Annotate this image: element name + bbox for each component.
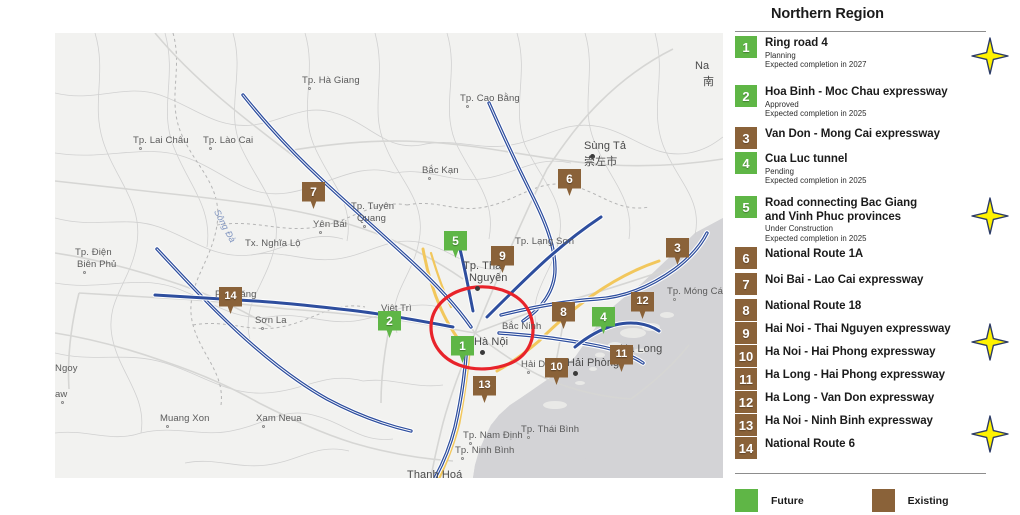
infographic-root: Tp. Hà Giang Tp. Cao Bằng Sùng Tả 崇左市 Na 南 Tp.…: [0, 0, 1020, 515]
legend-item-name: Ring road 4: [765, 37, 828, 49]
legend-item-status: Planning: [765, 50, 796, 60]
legend-item-5[interactable]: 5 Road connecting Bac Giang and Vinh Phuc…: [735, 196, 1020, 243]
legend-item-7[interactable]: 7 Noi Bai - Lao Cai expressway: [735, 273, 1020, 295]
key-swatch-future: [735, 489, 758, 512]
city-dot: [428, 177, 431, 180]
legend-item-12[interactable]: 12 Ha Long - Van Don expressway: [735, 391, 1020, 413]
map-canvas: [55, 33, 723, 478]
legend-item-name: Ha Long - Hai Phong expressway: [765, 369, 945, 381]
legend-text-block: National Route 18: [765, 299, 1020, 314]
legend-badge-1: 1: [735, 36, 757, 58]
legend-item-name: National Route 6: [765, 438, 855, 450]
city-dot: [475, 286, 480, 291]
city-dot: [527, 371, 530, 374]
legend-text-block: Ha Noi - Hai Phong expressway: [765, 345, 1020, 360]
legend-item-name: National Route 18: [765, 300, 862, 312]
legend-badge-14: 14: [735, 437, 757, 459]
legend-badge-11: 11: [735, 368, 757, 390]
legend-item-name: Ha Noi - Ninh Binh expressway: [765, 415, 933, 427]
legend-badge-9: 9: [735, 322, 757, 344]
legend-badge-7: 7: [735, 273, 757, 295]
legend-item-13[interactable]: 13 Ha Noi - Ninh Binh expressway: [735, 414, 1020, 453]
legend-item-10[interactable]: 10 Ha Noi - Hai Phong expressway: [735, 345, 1020, 367]
color-key: Future Existing: [735, 489, 949, 512]
city-dot: [209, 147, 212, 150]
city-dot: [673, 298, 676, 301]
legend-item-1[interactable]: 1 Ring road 4 Planning Expected completion …: [735, 36, 1020, 75]
city-dot: [363, 225, 366, 228]
legend-item-eta: Expected completion in 2025: [765, 233, 867, 243]
legend-text-block: National Route 6: [765, 437, 1020, 452]
city-dot: [319, 231, 322, 234]
city-dot: [61, 401, 64, 404]
city-dot: [527, 436, 530, 439]
legend-item-status: Pending: [765, 166, 794, 176]
legend-panel: Northern Region 1 Ring road 4 Planning Expe…: [735, 0, 1020, 515]
legend-item-11[interactable]: 11 Ha Long - Hai Phong expressway: [735, 368, 1020, 390]
legend-item-eta: Expected completion in 2027: [765, 60, 867, 69]
legend-item-3[interactable]: 3 Van Don - Mong Cai expressway: [735, 127, 1020, 149]
legend-text-block: Cua Luc tunnel Pending Expected completion…: [765, 152, 1020, 186]
legend-text-block: Hoa Binh - Moc Chau expressway Approved Ex…: [765, 85, 1020, 119]
legend-item-status: Under Construction: [765, 224, 834, 233]
legend-item-14[interactable]: 14 National Route 6: [735, 437, 1020, 459]
page-title: Northern Region: [771, 6, 884, 22]
legend-item-name: Noi Bai - Lao Cai expressway: [765, 274, 924, 286]
legend-badge-5: 5: [735, 196, 757, 218]
legend-badge-12: 12: [735, 391, 757, 413]
legend-item-list: 1 Ring road 4 Planning Expected completion …: [735, 36, 1020, 466]
legend-item-eta: Expected completion in 2025: [765, 176, 867, 185]
legend-item-name: Cua Luc tunnel: [765, 153, 848, 165]
legend-badge-4: 4: [735, 152, 757, 174]
legend-text-block: Hai Noi - Thai Nguyen expressway: [765, 322, 1020, 337]
legend-text-block: Ha Noi - Ninh Binh expressway: [765, 414, 1020, 429]
city-dot: [573, 371, 578, 376]
legend-item-9[interactable]: 9 Hai Noi - Thai Nguyen expressway: [735, 322, 1020, 361]
city-dot: [480, 350, 485, 355]
city-dot: [83, 271, 86, 274]
legend-item-name: Ha Long - Van Don expressway: [765, 392, 935, 404]
legend-text-block: Ring road 4 Planning Expected completion i…: [765, 36, 1020, 70]
key-swatch-existing: [871, 489, 895, 512]
city-dot: [308, 87, 311, 90]
legend-item-6[interactable]: 6 National Route 1A: [735, 247, 1020, 269]
city-dot: [461, 457, 464, 460]
legend-item-name: Road connecting Bac Giang and Vinh Phuc …: [765, 197, 918, 223]
city-dot: [166, 425, 169, 428]
title-divider: [735, 31, 986, 32]
legend-item-eta: Expected completion in 2025: [765, 109, 867, 118]
city-dot: [590, 154, 595, 159]
city-dot: [262, 425, 265, 428]
legend-badge-8: 8: [735, 299, 757, 321]
legend-badge-3: 3: [735, 127, 757, 149]
city-dot: [466, 105, 469, 108]
key-label-existing: Existing: [907, 494, 949, 507]
legend-badge-13: 13: [735, 414, 757, 436]
legend-item-name: Hai Noi - Thai Nguyen expressway: [765, 323, 951, 335]
legend-badge-6: 6: [735, 247, 757, 269]
city-dot: [139, 147, 142, 150]
legend-badge-10: 10: [735, 345, 757, 367]
legend-text-block: Noi Bai - Lao Cai expressway: [765, 273, 1020, 288]
legend-item-name: National Route 1A: [765, 248, 864, 260]
legend-text-block: Ha Long - Hai Phong expressway: [765, 368, 1020, 383]
city-dot: [261, 327, 264, 330]
legend-text-block: Road connecting Bac Giang and Vinh Phuc …: [765, 196, 1020, 243]
legend-badge-2: 2: [735, 85, 757, 107]
legend-item-status: Approved: [765, 99, 799, 109]
legend-text-block: Van Don - Mong Cai expressway: [765, 127, 1020, 142]
legend-item-8[interactable]: 8 National Route 18: [735, 299, 1020, 321]
key-divider: [735, 473, 986, 474]
legend-item-name: Ha Noi - Hai Phong expressway: [765, 346, 936, 358]
map-panel[interactable]: Tp. Hà Giang Tp. Cao Bằng Sùng Tả 崇左市 Na 南 Tp.…: [55, 33, 723, 478]
city-dot: [469, 442, 472, 445]
legend-item-4[interactable]: 4 Cua Luc tunnel Pending Expected completio…: [735, 152, 1020, 186]
legend-text-block: National Route 1A: [765, 247, 1020, 262]
legend-item-2[interactable]: 2 Hoa Binh - Moc Chau expressway Approved E…: [735, 85, 1020, 119]
legend-text-block: Ha Long - Van Don expressway: [765, 391, 1020, 406]
legend-item-name: Hoa Binh - Moc Chau expressway: [765, 86, 948, 98]
key-label-future: Future: [771, 494, 804, 507]
legend-item-name: Van Don - Mong Cai expressway: [765, 128, 940, 140]
